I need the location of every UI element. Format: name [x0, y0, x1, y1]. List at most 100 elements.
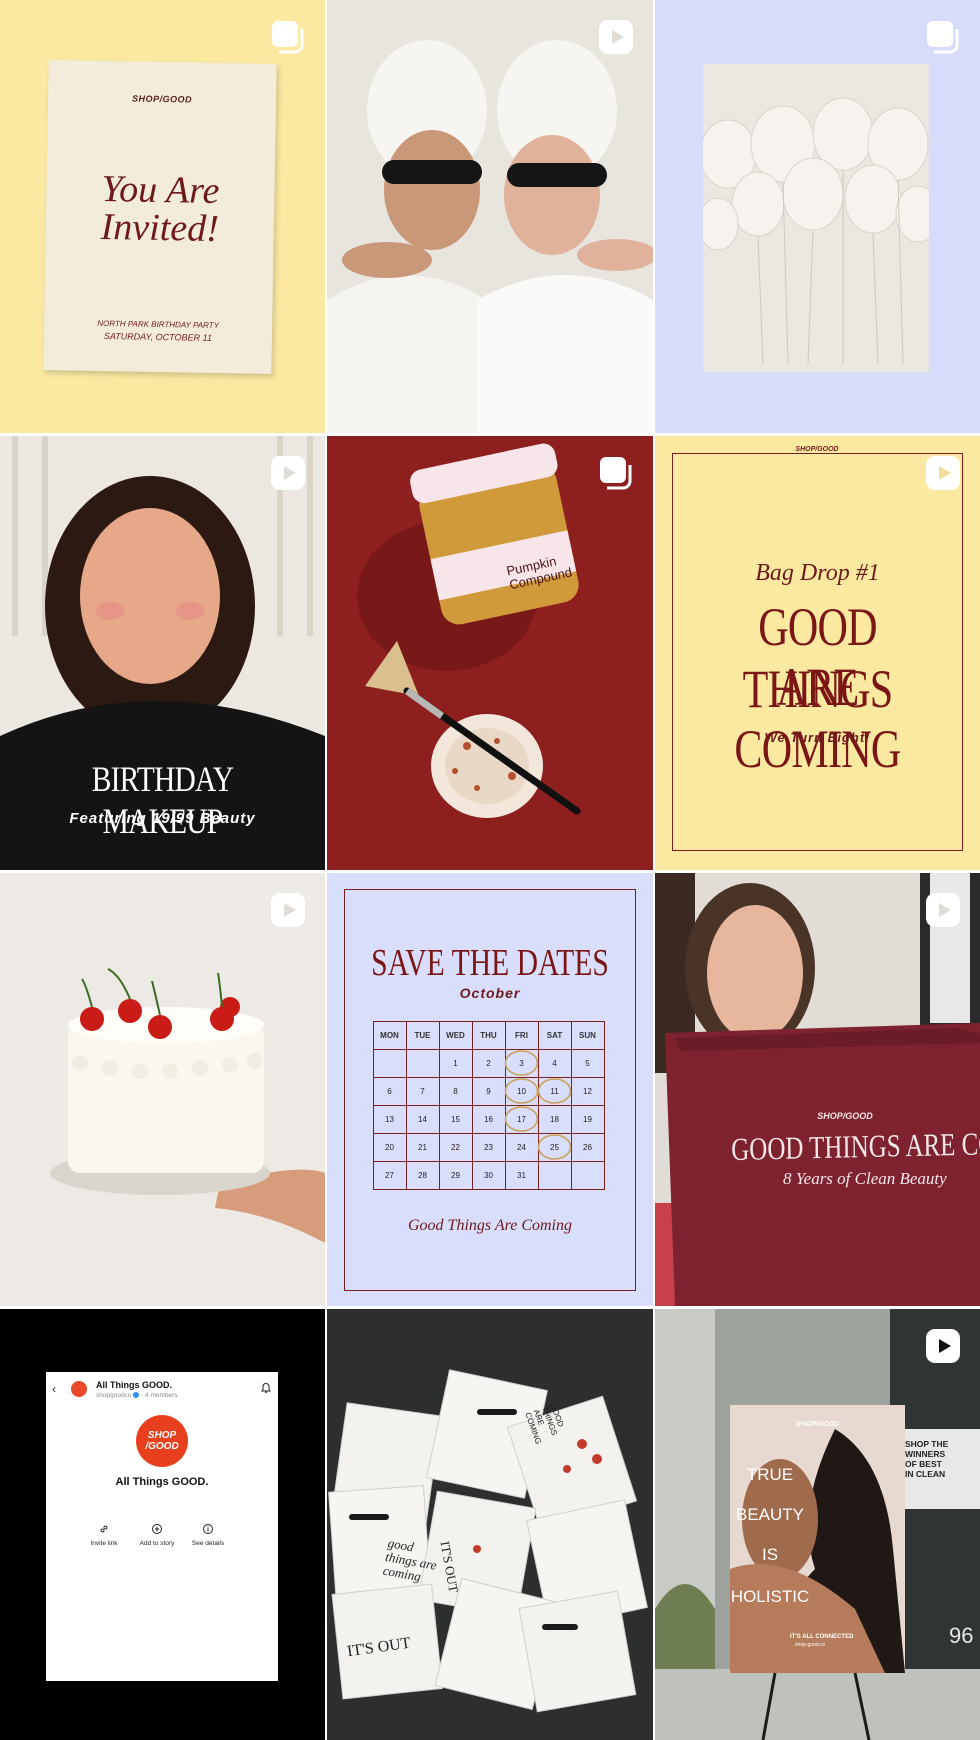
pumpkin-photo: Pumpkin Compound	[327, 436, 653, 870]
post-towel-photo[interactable]	[327, 0, 653, 433]
calendar-date: 13	[385, 1115, 394, 1124]
channel-card: ‹ All Things GOOD. shopgoodco · 4 member…	[46, 1372, 278, 1681]
calendar-month: October	[459, 985, 521, 1001]
makeup-subtitle: Featuring 19/99 Beauty	[69, 810, 256, 827]
calendar-date: 29	[451, 1171, 460, 1180]
side-sign: SHOP THE WINNERS OF BEST IN CLEAN	[905, 1439, 977, 1479]
calendar-date: 21	[418, 1143, 427, 1152]
post-polaroids[interactable]: good things are coming IT'S OUT GOOD THI…	[327, 1309, 653, 1740]
post-grid: SHOP/GOOD You Are Invited! NORTH PARK BI…	[0, 0, 980, 1740]
calendar-grid: MON TUE WED THU FRI SAT SUN1 2 3 4 56 7 8 9 10 11 1213 14…	[373, 1021, 605, 1190]
gutter-h1	[0, 433, 980, 436]
calendar-date: 7	[420, 1087, 425, 1096]
post-tote-bag[interactable]: SHOP/GOOD GOOD THINGS ARE COMI 8 Years o…	[655, 873, 980, 1306]
post-birthday-makeup[interactable]: BIRTHDAY MAKEUP Featuring 19/99 Beauty	[0, 436, 325, 870]
calendar-date: 20	[385, 1143, 394, 1152]
invite-title-line2: Invited!	[100, 205, 220, 251]
calendar-day-header: TUE	[415, 1031, 432, 1040]
post-cake[interactable]	[0, 873, 325, 1306]
action-add-story[interactable]: Add to story	[132, 1522, 182, 1547]
logo-line2: /GOOD	[145, 1441, 179, 1452]
sign-brand: SHOP/GOOD	[795, 1421, 840, 1428]
reel-icon	[271, 456, 305, 490]
reel-icon	[926, 893, 960, 927]
channel-handle-row: shopgoodco · 4 members	[96, 1392, 178, 1399]
carousel-icon	[927, 21, 959, 54]
bell-icon[interactable]	[260, 1382, 272, 1394]
action-invite[interactable]: Invite link	[84, 1522, 124, 1547]
calendar-day-header: SUN	[579, 1031, 596, 1040]
post-bag-drop[interactable]: SHOP/GOOD Bag Drop #1 GOOD THINGS ARE CO…	[655, 436, 980, 870]
calendar-date: 18	[550, 1115, 559, 1124]
reel-icon	[271, 893, 305, 927]
calendar-date: 19	[583, 1115, 592, 1124]
polaroid-photo	[327, 1309, 653, 1740]
tote-photo	[655, 873, 980, 1306]
sign-footer-2: shop-good.co	[795, 1642, 826, 1648]
calendar-date: 2	[486, 1059, 491, 1068]
post-save-the-dates[interactable]: SAVE THE DATES October MON TUE WED THU FRI SA…	[327, 873, 653, 1306]
channel-avatar	[71, 1381, 87, 1397]
calendar-date: 1	[453, 1059, 458, 1068]
invite-subtitle-line2: SATURDAY, OCTOBER 11	[103, 331, 213, 343]
sign-word-3: IS	[761, 1545, 779, 1564]
calendar-date: 31	[517, 1171, 526, 1180]
calendar-date: 9	[486, 1087, 491, 1096]
gutter-h2	[0, 870, 980, 873]
calendar-title: SAVE THE DATES	[371, 942, 609, 984]
calendar-date: 17	[517, 1115, 526, 1124]
calendar-day-header: MON	[380, 1031, 399, 1040]
calendar-date: 5	[585, 1059, 590, 1068]
channel-logo: SHOP /GOOD	[136, 1415, 188, 1467]
action-add-story-label: Add to story	[139, 1540, 175, 1547]
back-chevron-icon[interactable]: ‹	[52, 1382, 56, 1396]
side-sign-3: OF BEST	[905, 1459, 942, 1469]
action-details-label: See details	[191, 1540, 225, 1547]
carousel-icon	[272, 21, 304, 54]
add-story-icon	[152, 1524, 162, 1534]
tote-brand: SHOP/GOOD	[817, 1111, 873, 1121]
calendar-date: 28	[418, 1171, 427, 1180]
balloon-photo	[703, 64, 929, 372]
calendar-day-header: SAT	[547, 1031, 563, 1040]
channel-handle: shopgoodco	[96, 1392, 132, 1399]
info-icon	[203, 1524, 213, 1534]
calendar-day-header: WED	[446, 1031, 465, 1040]
reel-icon	[599, 20, 633, 54]
calendar-date: 25	[550, 1143, 559, 1152]
calendar-date: 3	[519, 1059, 524, 1068]
calendar-date: 12	[583, 1087, 592, 1096]
link-icon	[100, 1525, 108, 1533]
invite-card: SHOP/GOOD You Are Invited! NORTH PARK BI…	[43, 60, 277, 374]
bag-drop-script: Bag Drop #1	[755, 560, 880, 586]
sign-footer-1: IT'S ALL CONNECTED	[790, 1634, 854, 1640]
action-invite-label: Invite link	[90, 1540, 118, 1547]
post-channel-screenshot[interactable]: ‹ All Things GOOD. shopgoodco · 4 member…	[0, 1309, 325, 1740]
post-holistic-sign[interactable]: SHOP/GOOD TRUE BEAUTY IS HOLISTIC IT'S A…	[655, 1309, 980, 1740]
calendar-date: 4	[552, 1059, 557, 1068]
post-balloons[interactable]	[655, 0, 980, 433]
sign-word-2: BEAUTY	[735, 1505, 805, 1524]
calendar-date: 24	[517, 1143, 526, 1152]
calendar-date: 15	[451, 1115, 460, 1124]
invite-brand: SHOP/GOOD	[131, 93, 193, 105]
sign-word-4: HOLISTIC	[730, 1587, 810, 1606]
calendar-date: 8	[453, 1087, 458, 1096]
side-sign-4: IN CLEAN	[905, 1469, 946, 1479]
post-pumpkin-compound[interactable]: Pumpkin Compound	[327, 436, 653, 870]
side-sign-2: WINNERS	[905, 1449, 946, 1459]
cake-photo	[0, 873, 325, 1306]
action-details[interactable]: See details	[184, 1522, 232, 1547]
towel-photo	[327, 0, 653, 433]
makeup-title: BIRTHDAY MAKEUP	[91, 759, 234, 841]
sign-word-1: TRUE	[746, 1465, 794, 1484]
verified-icon	[133, 1392, 140, 1399]
tote-line2: 8 Years of Clean Beauty	[783, 1169, 947, 1188]
calendar-date: 27	[385, 1171, 394, 1180]
post-invite[interactable]: SHOP/GOOD You Are Invited! NORTH PARK BI…	[0, 0, 325, 433]
bag-drop-line2: ARE COMING	[734, 657, 901, 779]
calendar-date: 11	[550, 1087, 559, 1096]
channel-name: All Things GOOD.	[96, 1380, 172, 1390]
bag-drop-footer: We Turn Eight!	[764, 730, 871, 745]
channel-members: · 4 members	[141, 1392, 178, 1399]
